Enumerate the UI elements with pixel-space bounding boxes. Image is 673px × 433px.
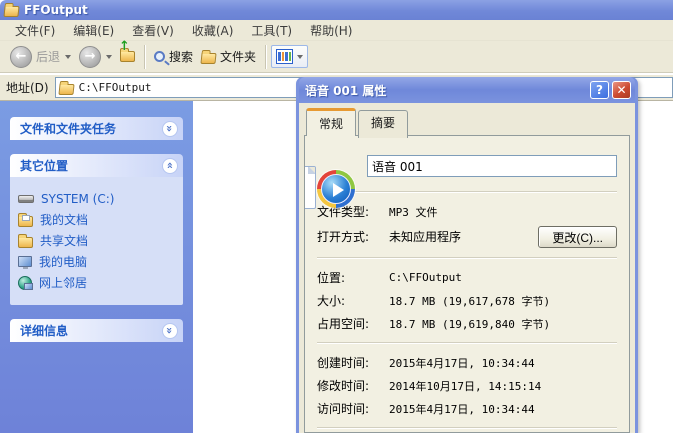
back-dropdown-icon[interactable] (65, 55, 71, 59)
network-places-icon (18, 276, 32, 290)
location-value: C:\FFOutput (389, 271, 462, 284)
accessed-value: 2015年4月17日, 10:34:44 (389, 401, 535, 417)
menu-favorites[interactable]: 收藏(A) (183, 20, 243, 41)
general-tab-page: 文件类型: MP3 文件 打开方式: 未知应用程序 更改(C)... 位置: C… (304, 135, 630, 433)
menu-view[interactable]: 查看(V) (123, 20, 183, 41)
separator (317, 257, 617, 259)
menu-help[interactable]: 帮助(H) (301, 20, 361, 41)
my-computer-icon (18, 256, 32, 267)
back-icon: ← (10, 46, 32, 68)
help-button[interactable]: ? (590, 81, 609, 99)
places-panel-title: 其它位置 (20, 157, 68, 174)
menu-tools[interactable]: 工具(T) (242, 20, 301, 41)
collapse-icon[interactable]: » (162, 158, 178, 174)
back-button[interactable]: ← 后退 (6, 44, 75, 70)
place-system-c[interactable]: SYSTEM (C:) (18, 190, 177, 207)
filename-row (317, 148, 617, 184)
search-button[interactable]: 搜索 (150, 46, 197, 67)
toolbar-separator (144, 45, 145, 69)
window-title: FFOutput (24, 3, 88, 17)
modified-value: 2014年10月17日, 14:15:14 (389, 378, 541, 394)
details-panel-title: 详细信息 (20, 322, 68, 339)
up-arrow-icon: ↑ (119, 39, 130, 54)
up-button[interactable]: ↑ (116, 46, 139, 67)
open-with-value: 未知应用程序 (389, 228, 461, 245)
dialog-body: 常规 摘要 文件类型: MP3 文件 (299, 103, 635, 433)
folders-label: 文件夹 (220, 48, 256, 65)
places-panel-body: SYSTEM (C:) 我的文档 共享文档 我的电脑 网上邻居 (10, 177, 183, 305)
open-with-label: 打开方式: (317, 228, 389, 245)
tasks-panel-title: 文件和文件夹任务 (20, 120, 116, 137)
views-dropdown-icon[interactable] (297, 55, 303, 59)
details-panel: 详细信息 » (10, 319, 183, 342)
accessed-label: 访问时间: (317, 400, 389, 417)
forward-icon: → (79, 46, 101, 68)
window-titlebar[interactable]: FFOutput (0, 0, 673, 20)
places-panel-header[interactable]: 其它位置 » (10, 154, 183, 177)
folders-icon (200, 53, 216, 64)
address-label: 地址(D) (6, 79, 49, 96)
shared-documents-icon (18, 237, 33, 248)
properties-dialog: 语音 001 属性 ? ✕ 常规 摘要 (296, 77, 638, 433)
location-label: 位置: (317, 269, 389, 286)
explorer-window: FFOutput 文件(F) 编辑(E) 查看(V) 收藏(A) 工具(T) 帮… (0, 0, 673, 433)
size-on-disk-label: 占用空间: (317, 315, 389, 332)
toolbar: ← 后退 → ↑ 搜索 文件夹 (0, 41, 673, 73)
tasks-panel: 文件和文件夹任务 » (10, 117, 183, 140)
menu-file[interactable]: 文件(F) (6, 20, 64, 41)
toolbar-separator (265, 45, 266, 69)
task-pane: 文件和文件夹任务 » 其它位置 » SYSTEM (C:) 我的文档 (0, 101, 193, 433)
folders-button[interactable]: 文件夹 (197, 46, 260, 67)
place-network[interactable]: 网上邻居 (18, 274, 177, 291)
forward-button[interactable]: → (75, 44, 116, 70)
hard-disk-icon (18, 195, 34, 203)
window-folder-icon (3, 6, 19, 17)
my-documents-icon (18, 216, 33, 227)
change-button[interactable]: 更改(C)... (538, 226, 617, 248)
modified-row: 修改时间: 2014年10月17日, 14:15:14 (317, 374, 617, 397)
tab-summary[interactable]: 摘要 (358, 110, 408, 138)
search-label: 搜索 (169, 48, 193, 65)
created-value: 2015年4月17日, 10:34:44 (389, 355, 535, 371)
size-on-disk-value: 18.7 MB (19,619,840 字节) (389, 316, 550, 332)
menu-bar: 文件(F) 编辑(E) 查看(V) 收藏(A) 工具(T) 帮助(H) (0, 20, 673, 41)
dialog-titlebar[interactable]: 语音 001 属性 ? ✕ (299, 77, 635, 103)
created-row: 创建时间: 2015年4月17日, 10:34:44 (317, 351, 617, 374)
size-label: 大小: (317, 292, 389, 309)
accessed-row: 访问时间: 2015年4月17日, 10:34:44 (317, 397, 617, 420)
details-panel-header[interactable]: 详细信息 » (10, 319, 183, 342)
dialog-tabs: 常规 摘要 (304, 108, 630, 136)
separator (317, 342, 617, 344)
modified-label: 修改时间: (317, 377, 389, 394)
place-shared-documents[interactable]: 共享文档 (18, 232, 177, 249)
back-label: 后退 (36, 48, 60, 65)
expand-icon[interactable]: » (162, 323, 178, 339)
address-folder-icon (58, 84, 74, 95)
size-value: 18.7 MB (19,617,678 字节) (389, 293, 550, 309)
created-label: 创建时间: (317, 354, 389, 371)
search-icon (154, 51, 165, 62)
views-button[interactable] (271, 45, 308, 68)
separator (317, 191, 617, 193)
separator (317, 427, 617, 429)
place-my-computer[interactable]: 我的电脑 (18, 253, 177, 270)
close-button[interactable]: ✕ (612, 81, 631, 99)
dialog-title: 语音 001 属性 (305, 82, 587, 99)
filename-input[interactable] (367, 155, 617, 177)
tab-general[interactable]: 常规 (306, 108, 356, 136)
location-row: 位置: C:\FFOutput (317, 266, 617, 289)
forward-dropdown-icon[interactable] (106, 55, 112, 59)
file-type-row: 文件类型: MP3 文件 (317, 200, 617, 223)
address-value: C:\FFOutput (79, 81, 152, 94)
views-icon (276, 49, 293, 64)
size-on-disk-row: 占用空间: 18.7 MB (19,619,840 字节) (317, 312, 617, 335)
place-my-documents[interactable]: 我的文档 (18, 211, 177, 228)
places-panel: 其它位置 » SYSTEM (C:) 我的文档 共享文档 我的 (10, 154, 183, 305)
menu-edit[interactable]: 编辑(E) (64, 20, 123, 41)
open-with-row: 打开方式: 未知应用程序 更改(C)... (317, 223, 617, 250)
size-row: 大小: 18.7 MB (19,617,678 字节) (317, 289, 617, 312)
file-type-value: MP3 文件 (389, 204, 438, 220)
expand-icon[interactable]: » (162, 121, 178, 137)
tasks-panel-header[interactable]: 文件和文件夹任务 » (10, 117, 183, 140)
